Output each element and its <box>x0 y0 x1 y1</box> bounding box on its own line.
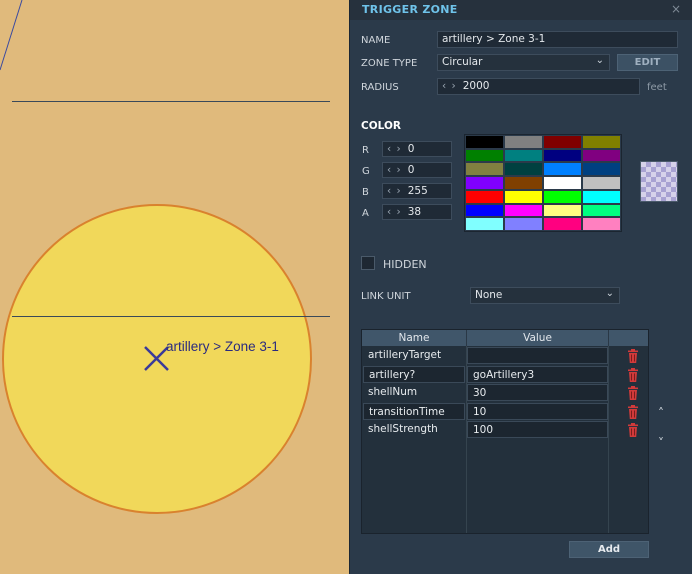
b-label: B <box>362 187 369 198</box>
property-value-cell[interactable]: 10 <box>467 402 608 420</box>
color-swatch[interactable] <box>465 148 504 163</box>
color-section-title: COLOR <box>361 120 401 132</box>
property-value-cell[interactable]: 100 <box>467 421 608 438</box>
add-button[interactable]: Add <box>569 541 649 558</box>
g-input[interactable]: ‹ › 0 <box>382 162 452 178</box>
color-swatch[interactable] <box>582 203 621 218</box>
name-label: NAME <box>361 35 391 46</box>
radius-label: RADIUS <box>361 82 399 93</box>
color-swatch-grid <box>464 134 622 232</box>
color-swatch[interactable] <box>543 189 582 204</box>
color-swatch[interactable] <box>465 176 504 190</box>
map-svg: artillery > Zone 3-1 <box>0 0 312 514</box>
link-unit-label: LINK UNIT <box>361 291 411 302</box>
color-swatch[interactable] <box>504 162 543 177</box>
color-swatch[interactable] <box>504 203 543 218</box>
color-swatch[interactable] <box>504 148 543 163</box>
r-value: 0 <box>407 143 415 155</box>
b-value: 255 <box>407 185 428 197</box>
color-swatch[interactable] <box>504 176 543 190</box>
chevron-down-icon: ⌄ <box>595 55 604 66</box>
color-swatch[interactable] <box>582 148 621 163</box>
scroll-down-icon[interactable]: ˅ <box>658 436 664 450</box>
radius-input[interactable]: ‹ › 2000 <box>437 78 640 95</box>
color-swatch[interactable] <box>543 148 582 163</box>
color-swatch[interactable] <box>582 189 621 204</box>
zone-type-select[interactable]: Circular ⌄ <box>437 54 610 71</box>
stepper-arrows-icon[interactable]: ‹ › <box>387 185 402 197</box>
table-header-value: Value <box>467 330 609 346</box>
property-name-cell[interactable]: artillery? <box>363 365 465 383</box>
a-input[interactable]: ‹ › 38 <box>382 204 452 220</box>
property-value-cell[interactable]: 30 <box>467 384 608 401</box>
zone-type-label: ZONE TYPE <box>361 58 418 69</box>
color-swatch[interactable] <box>504 217 543 231</box>
color-swatch[interactable] <box>465 189 504 204</box>
chevron-down-icon: ⌄ <box>605 288 614 299</box>
radius-value: 2000 <box>462 80 490 92</box>
map-canvas[interactable]: artillery > Zone 3-1 <box>0 0 349 574</box>
column-divider <box>608 346 609 533</box>
trash-icon[interactable] <box>627 367 639 382</box>
color-swatch[interactable] <box>543 203 582 218</box>
color-swatch[interactable] <box>582 176 621 190</box>
hidden-label: HIDDEN <box>383 258 427 271</box>
color-swatch[interactable] <box>543 217 582 231</box>
property-name-cell[interactable]: shellNum <box>363 384 465 401</box>
a-value: 38 <box>407 206 422 218</box>
table-header-name: Name <box>362 330 467 346</box>
g-label: G <box>362 166 370 177</box>
g-value: 0 <box>407 164 415 176</box>
trash-icon[interactable] <box>627 423 639 437</box>
stepper-arrows-icon[interactable]: ‹ › <box>387 143 402 155</box>
property-value-cell[interactable]: goArtillery3 <box>467 365 608 383</box>
zone-type-value: Circular <box>442 56 483 68</box>
color-swatch[interactable] <box>465 135 504 149</box>
r-input[interactable]: ‹ › 0 <box>382 141 452 157</box>
radius-unit: feet <box>647 82 667 93</box>
hidden-checkbox[interactable] <box>361 256 375 270</box>
property-name-cell[interactable]: transitionTime <box>363 402 465 420</box>
zone-map-label: artillery > Zone 3-1 <box>166 339 279 354</box>
name-input[interactable]: artillery > Zone 3-1 <box>437 31 678 48</box>
properties-table: Name Value artilleryTarget artillery? goAr… <box>361 329 649 534</box>
edit-button[interactable]: EDIT <box>617 54 678 71</box>
stepper-arrows-icon[interactable]: ‹ › <box>387 164 402 176</box>
divider <box>12 316 330 317</box>
trash-icon[interactable] <box>627 386 639 400</box>
color-swatch[interactable] <box>504 135 543 149</box>
table-header-actions <box>609 330 648 346</box>
stepper-arrows-icon[interactable]: ‹ › <box>387 206 402 218</box>
color-swatch[interactable] <box>543 162 582 177</box>
color-swatch[interactable] <box>582 162 621 177</box>
trash-icon[interactable] <box>627 404 639 419</box>
r-label: R <box>362 145 369 156</box>
color-swatch[interactable] <box>465 203 504 218</box>
panel-title: TRIGGER ZONE <box>362 3 458 16</box>
scroll-up-icon[interactable]: ˄ <box>658 406 664 420</box>
color-swatch[interactable] <box>582 217 621 231</box>
color-swatch[interactable] <box>543 135 582 149</box>
close-icon[interactable]: × <box>671 2 681 16</box>
color-preview <box>640 161 678 202</box>
property-name-cell[interactable]: shellStrength <box>363 421 465 438</box>
color-swatch[interactable] <box>465 162 504 177</box>
link-unit-select[interactable]: None ⌄ <box>470 287 620 304</box>
b-input[interactable]: ‹ › 255 <box>382 183 452 199</box>
property-name-cell[interactable]: artilleryTarget <box>363 347 465 364</box>
map-path-line <box>0 0 23 71</box>
color-swatch[interactable] <box>465 217 504 231</box>
divider <box>12 101 330 102</box>
a-label: A <box>362 208 369 219</box>
link-unit-value: None <box>475 289 503 301</box>
property-value-cell[interactable] <box>467 347 608 364</box>
color-swatch[interactable] <box>504 189 543 204</box>
panel-header: TRIGGER ZONE × <box>350 0 692 20</box>
color-swatch[interactable] <box>582 135 621 149</box>
color-swatch[interactable] <box>543 176 582 190</box>
trash-icon[interactable] <box>627 349 639 363</box>
stepper-arrows-icon[interactable]: ‹ › <box>442 80 457 92</box>
